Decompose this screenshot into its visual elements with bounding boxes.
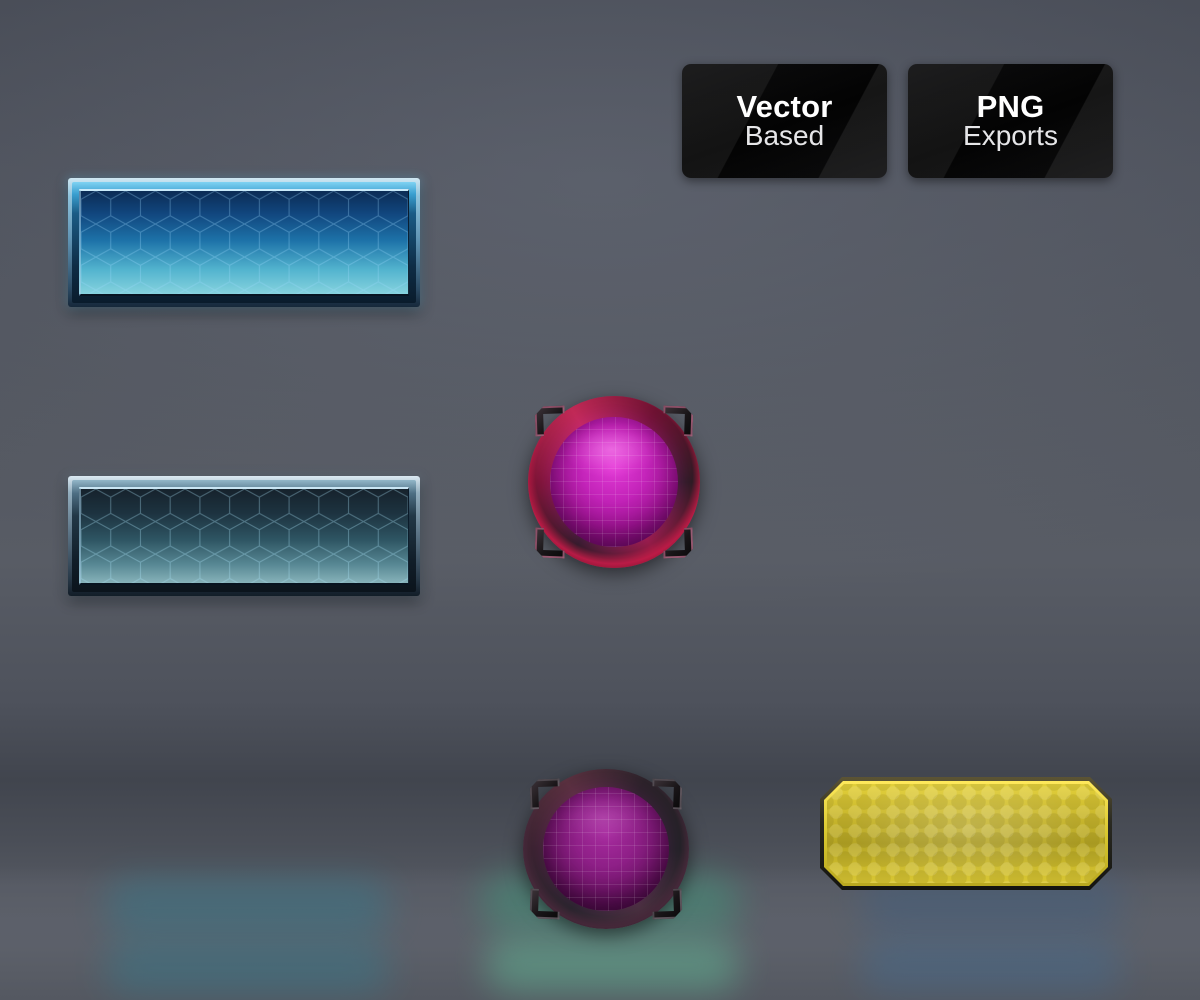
button-dome-face [542, 786, 670, 912]
reflection-hexagon-inactive [485, 938, 740, 992]
button-face [79, 189, 409, 296]
asset-sheet-canvas: Vector Based PNG Exports [0, 0, 1200, 1000]
badge-vector-title: Vector [736, 89, 833, 125]
grid-texture [542, 786, 670, 912]
badge-png-subtitle: Exports [963, 120, 1058, 152]
button-chamfer-active[interactable] [820, 777, 1112, 890]
button-face [827, 784, 1105, 883]
reflection-pill-inactive [105, 942, 390, 994]
badge-png-title: PNG [976, 89, 1045, 125]
button-dome-face [550, 416, 678, 548]
button-round-active[interactable] [528, 396, 700, 568]
button-face [79, 487, 409, 585]
reflection-hud-inactive [860, 940, 1122, 992]
button-framed-rect-active[interactable] [68, 178, 420, 307]
badge-png-exports[interactable]: PNG Exports [908, 64, 1113, 178]
hexagon-texture [81, 191, 408, 294]
grid-texture [550, 416, 678, 548]
badge-vector-based[interactable]: Vector Based [682, 64, 887, 178]
button-framed-rect-inactive[interactable] [68, 476, 420, 596]
badge-vector-subtitle: Based [744, 120, 825, 152]
dot-texture [827, 784, 1105, 883]
hexagon-texture [81, 489, 408, 583]
reflection-pill-active [105, 878, 390, 934]
button-round-inactive[interactable] [523, 769, 689, 929]
